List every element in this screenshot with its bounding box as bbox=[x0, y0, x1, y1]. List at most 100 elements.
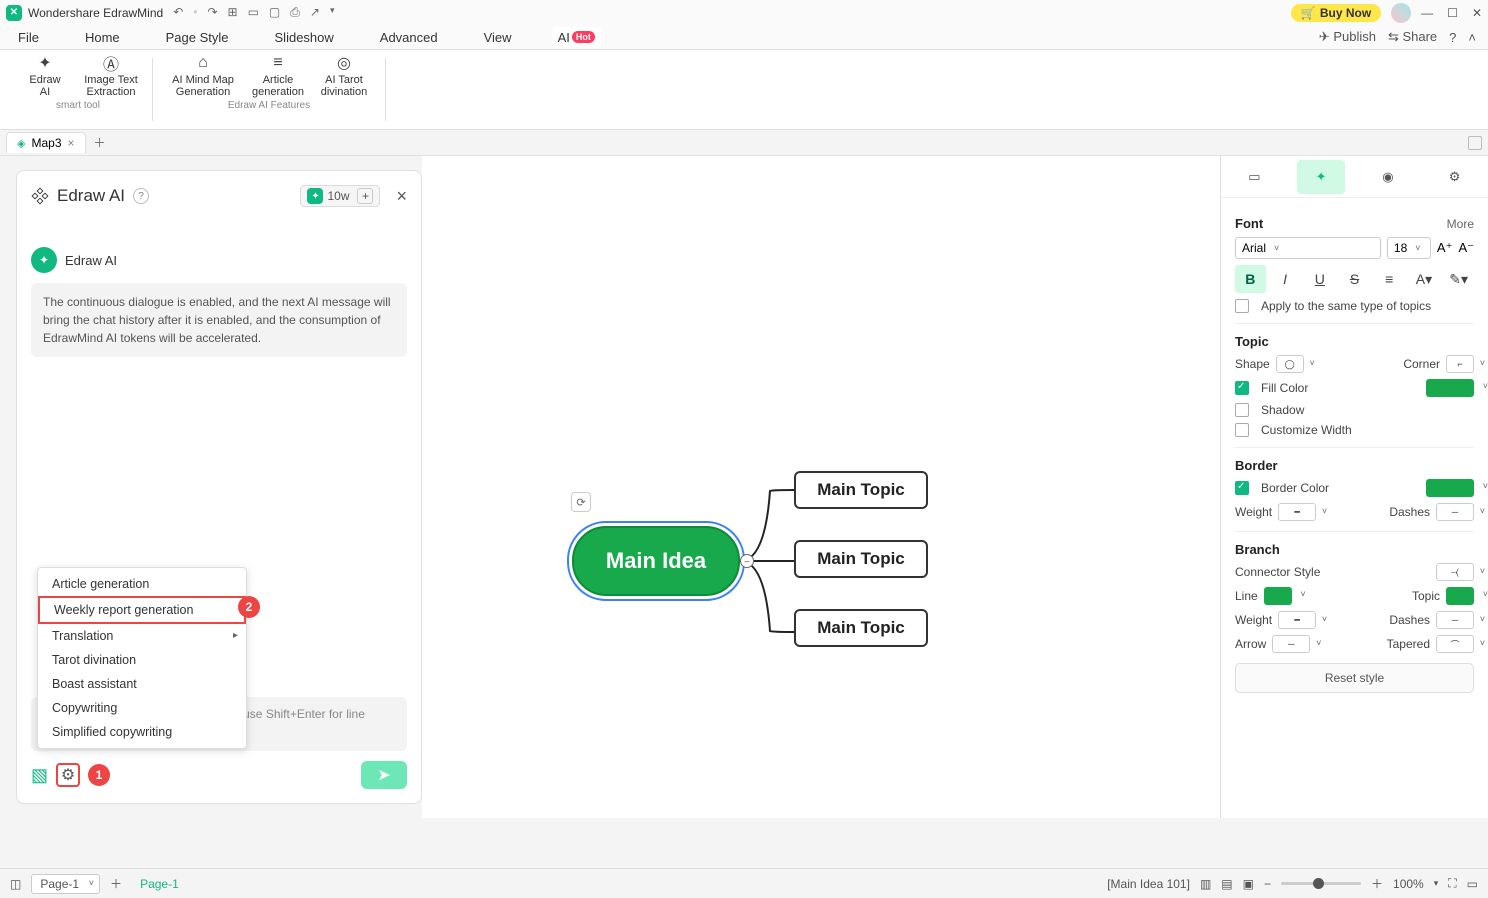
font-decrease-icon[interactable]: A⁻ bbox=[1458, 240, 1474, 256]
font-size-select[interactable]: 18 bbox=[1387, 237, 1431, 259]
zoom-out-icon[interactable]: − bbox=[1264, 877, 1271, 891]
publish-button[interactable]: ✈ Publish bbox=[1319, 29, 1376, 45]
node-handle-icon[interactable]: ⟳ bbox=[571, 492, 591, 512]
node-topic-3[interactable]: Main Topic bbox=[794, 609, 928, 647]
strike-button[interactable]: S bbox=[1339, 265, 1370, 293]
new-icon[interactable]: ⊞ bbox=[228, 5, 238, 20]
props-tab-layout[interactable]: ▭ bbox=[1230, 160, 1278, 194]
props-tab-settings[interactable]: ⚙ bbox=[1431, 160, 1479, 194]
share-button[interactable]: ⇆ Share bbox=[1388, 29, 1437, 45]
view-grid-icon[interactable]: ▥ bbox=[1200, 877, 1211, 891]
branch-topic-color[interactable] bbox=[1446, 587, 1474, 605]
apply-same-checkbox[interactable] bbox=[1235, 299, 1249, 313]
canvas[interactable]: Main Idea – ⟳ Main Topic Main Topic Main… bbox=[422, 156, 1220, 818]
menu-slideshow[interactable]: Slideshow bbox=[269, 27, 340, 48]
fullscreen-icon[interactable]: ⛶ bbox=[1448, 876, 1456, 891]
popup-tarot[interactable]: Tarot divination bbox=[38, 648, 246, 672]
popup-article-generation[interactable]: Article generation bbox=[38, 572, 246, 596]
send-button[interactable]: ➤ bbox=[361, 761, 407, 789]
user-avatar[interactable] bbox=[1391, 3, 1411, 23]
view-fit-icon[interactable]: ▣ bbox=[1243, 877, 1254, 891]
branch-line-color[interactable] bbox=[1264, 587, 1292, 605]
italic-button[interactable]: I bbox=[1270, 265, 1301, 293]
add-tab-icon[interactable]: ＋ bbox=[94, 134, 106, 151]
connector-style-select[interactable]: ⎯⟨ bbox=[1436, 563, 1474, 581]
branch-tapered-select[interactable]: ⌒ bbox=[1436, 635, 1474, 653]
align-button[interactable]: ≡ bbox=[1374, 265, 1405, 293]
customize-width-checkbox[interactable] bbox=[1235, 423, 1249, 437]
add-page-icon[interactable]: ＋ bbox=[110, 875, 122, 892]
branch-arrow-select[interactable]: ─ bbox=[1272, 635, 1310, 653]
export-icon[interactable]: ↗ bbox=[310, 5, 320, 20]
branch-dashes-select[interactable]: ─ bbox=[1436, 611, 1474, 629]
highlight-button[interactable]: ✎▾ bbox=[1443, 265, 1474, 293]
minimize-icon[interactable]: — bbox=[1421, 6, 1433, 20]
corner-select[interactable]: ⌐ bbox=[1446, 355, 1474, 373]
font-color-button[interactable]: A▾ bbox=[1409, 265, 1440, 293]
page-tab-1[interactable]: Page-1 bbox=[132, 873, 187, 895]
border-color-swatch[interactable] bbox=[1426, 479, 1474, 497]
save-icon[interactable]: ▢ bbox=[269, 5, 280, 20]
underline-button[interactable]: U bbox=[1304, 265, 1335, 293]
redo-icon[interactable]: ↷ bbox=[207, 5, 217, 20]
fill-color-swatch[interactable] bbox=[1426, 379, 1474, 397]
collapse-handle-icon[interactable]: – bbox=[740, 554, 754, 568]
fill-color-checkbox[interactable] bbox=[1235, 381, 1249, 395]
popup-weekly-report[interactable]: Weekly report generation bbox=[38, 596, 246, 624]
shadow-checkbox[interactable] bbox=[1235, 403, 1249, 417]
ribbon-tarot[interactable]: ◎ AI Tarotdivination bbox=[315, 54, 373, 98]
props-tab-style[interactable]: ✦ bbox=[1297, 160, 1345, 194]
font-family-select[interactable]: Arial bbox=[1235, 237, 1381, 259]
qat-more-icon[interactable]: ▾ bbox=[330, 5, 335, 20]
border-weight-select[interactable]: ━ bbox=[1278, 503, 1316, 521]
ai-token-counter[interactable]: ✦10w + bbox=[300, 185, 380, 207]
props-tab-theme[interactable]: ◉ bbox=[1364, 160, 1412, 194]
doc-tab-map3[interactable]: ◈ Map3 × bbox=[6, 132, 86, 153]
ribbon-article-gen[interactable]: ≡ Articlegeneration bbox=[249, 54, 307, 98]
ai-help-icon[interactable]: ? bbox=[133, 188, 149, 204]
node-main-idea[interactable]: Main Idea bbox=[572, 526, 740, 596]
border-color-checkbox[interactable] bbox=[1235, 481, 1249, 495]
reset-style-button[interactable]: Reset style bbox=[1235, 663, 1474, 693]
ribbon-mindmap-gen[interactable]: ⌂ AI Mind MapGeneration bbox=[165, 54, 241, 98]
add-token-icon[interactable]: + bbox=[357, 188, 373, 204]
node-topic-2[interactable]: Main Topic bbox=[794, 540, 928, 578]
close-window-icon[interactable]: ✕ bbox=[1472, 6, 1482, 20]
menu-home[interactable]: Home bbox=[79, 27, 126, 48]
undo-icon[interactable]: ↶ bbox=[173, 5, 183, 20]
menu-page-style[interactable]: Page Style bbox=[160, 27, 235, 48]
print-icon[interactable]: ⎙ bbox=[290, 5, 300, 20]
ai-generate-button[interactable]: ⚙ bbox=[56, 763, 80, 787]
zoom-in-icon[interactable]: ＋ bbox=[1371, 875, 1383, 892]
ribbon-image-text[interactable]: Ⓐ Image TextExtraction bbox=[82, 54, 140, 98]
popup-boast[interactable]: Boast assistant bbox=[38, 672, 246, 696]
attach-image-icon[interactable]: ▧ bbox=[31, 765, 48, 786]
buy-now-button[interactable]: 🛒 Buy Now bbox=[1291, 4, 1381, 22]
menu-ai[interactable]: AI Hot bbox=[552, 27, 601, 48]
popup-translation[interactable]: Translation▸ bbox=[38, 624, 246, 648]
close-tab-icon[interactable]: × bbox=[68, 136, 75, 150]
help-icon[interactable]: ? bbox=[1449, 30, 1456, 45]
tile-view-icon[interactable] bbox=[1468, 136, 1482, 150]
popup-copywriting[interactable]: Copywriting bbox=[38, 696, 246, 720]
font-increase-icon[interactable]: A⁺ bbox=[1437, 240, 1453, 256]
bold-button[interactable]: B bbox=[1235, 265, 1266, 293]
fit-content-icon[interactable]: ▭ bbox=[1467, 877, 1478, 891]
shape-select[interactable]: ◯ bbox=[1276, 355, 1304, 373]
menu-file[interactable]: File bbox=[12, 27, 45, 48]
outline-icon[interactable]: ◫ bbox=[10, 877, 21, 891]
page-dropdown[interactable]: Page-1 bbox=[31, 874, 100, 894]
collapse-ribbon-icon[interactable]: ˄ bbox=[1468, 30, 1476, 45]
maximize-icon[interactable]: ☐ bbox=[1447, 6, 1458, 20]
popup-simplified-copy[interactable]: Simplified copywriting bbox=[38, 720, 246, 744]
open-icon[interactable]: ▭ bbox=[248, 5, 259, 20]
font-more-link[interactable]: More bbox=[1447, 217, 1474, 231]
menu-advanced[interactable]: Advanced bbox=[374, 27, 444, 48]
zoom-slider[interactable] bbox=[1281, 882, 1361, 885]
ai-close-icon[interactable]: × bbox=[396, 186, 407, 207]
menu-view[interactable]: View bbox=[478, 27, 518, 48]
border-dashes-select[interactable]: ─ bbox=[1436, 503, 1474, 521]
node-topic-1[interactable]: Main Topic bbox=[794, 471, 928, 509]
branch-weight-select[interactable]: ━ bbox=[1278, 611, 1316, 629]
ribbon-edraw-ai[interactable]: ✦ EdrawAI bbox=[16, 54, 74, 98]
